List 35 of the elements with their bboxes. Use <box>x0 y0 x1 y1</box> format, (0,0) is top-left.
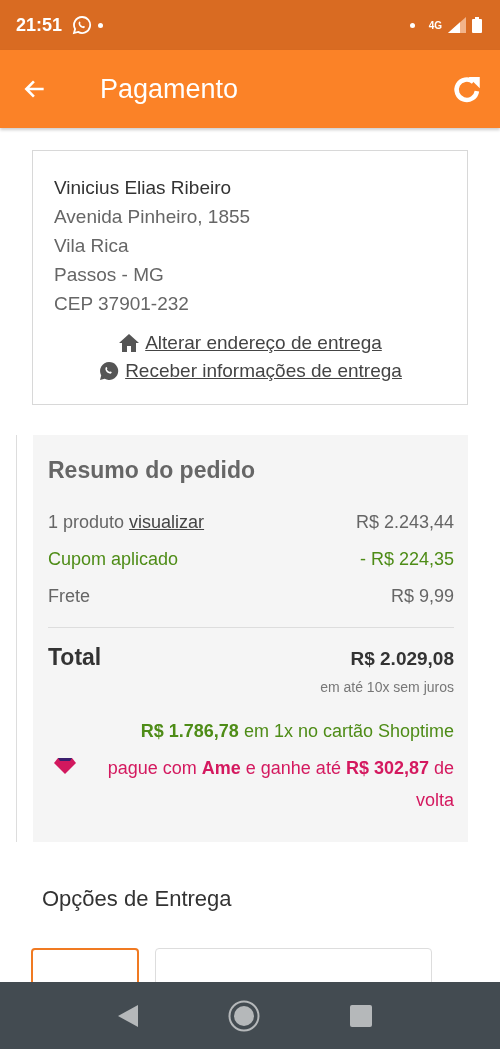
notification-dot <box>98 22 104 28</box>
notification-dot <box>409 22 415 28</box>
gem-icon <box>54 758 76 774</box>
row-label: Frete <box>48 585 90 608</box>
address-link[interactable]: Alterar endereço de entrega <box>145 332 382 354</box>
status-time: 21:51 <box>16 14 63 36</box>
address-line: CEP 37901-232 <box>54 292 190 316</box>
address-link[interactable]: Receber informações de entrega <box>125 360 402 382</box>
row-value: R$ 9,99 <box>390 585 454 608</box>
chat-bubble-icon <box>99 361 120 381</box>
card-offer-text: R$ 1.786,78 em 1x no cartão Shoptime <box>139 721 454 742</box>
address-line: Vinicius Elias Ribeiro <box>54 176 233 200</box>
total-label: Total <box>48 644 102 671</box>
recents-icon[interactable] <box>350 1004 372 1027</box>
battery-icon <box>472 17 482 33</box>
signal-icon <box>448 17 466 33</box>
installments-text: em até 10x sem juros <box>319 679 454 695</box>
back-icon[interactable] <box>118 1004 138 1027</box>
address-line: Passos - MG <box>54 263 165 287</box>
row-value: - R$ 224,35 <box>359 548 454 571</box>
page-title: Pagamento <box>100 73 240 105</box>
section-title: Opções de Entrega <box>42 886 233 912</box>
home-icon[interactable] <box>228 999 260 1032</box>
address-line: Avenida Pinheiro, 1855 <box>54 205 252 229</box>
house-icon <box>119 334 140 352</box>
row-label: 1 produto <box>48 511 125 534</box>
view-link[interactable]: visualizar <box>129 504 205 541</box>
chat-bubble-icon <box>72 15 93 35</box>
total-value: R$ 2.029,08 <box>350 648 454 670</box>
network-label: 4G <box>428 19 442 31</box>
summary-title: Resumo do pedido <box>48 457 256 484</box>
ame-offer-text: pague com Ame e ganhe até R$ 302,87 de volta <box>106 757 454 812</box>
address-line: Vila Rica <box>54 234 130 258</box>
row-value: R$ 2.243,44 <box>355 511 454 534</box>
row-label: Cupom aplicado <box>48 548 179 571</box>
